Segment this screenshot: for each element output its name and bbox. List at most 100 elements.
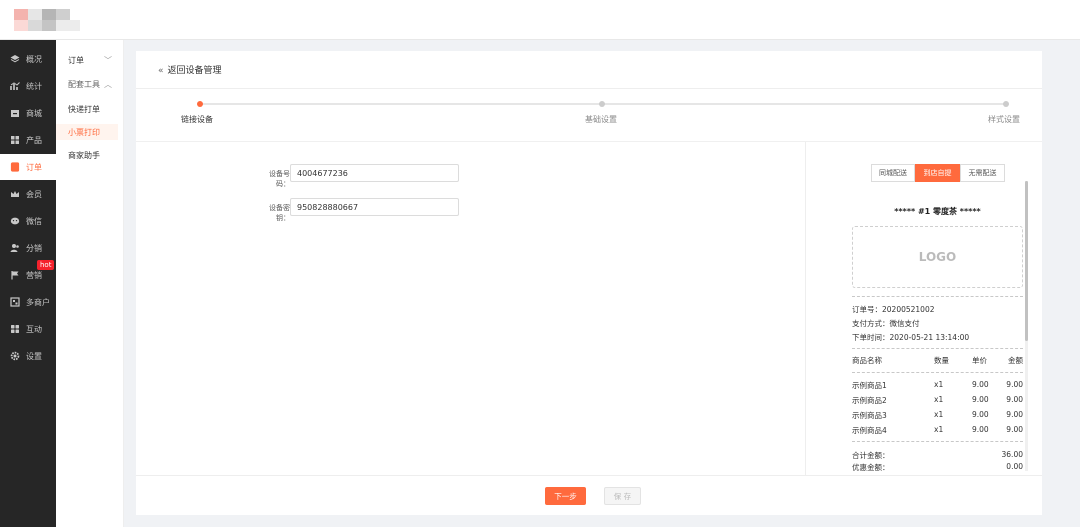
sidebar-item-label: 统计: [26, 81, 42, 91]
submenu-item-orders[interactable]: 订单 ﹀: [56, 52, 124, 68]
crown-icon: [10, 189, 20, 199]
step-label-style[interactable]: 样式设置: [988, 114, 1020, 125]
scrollbar-thumb[interactable]: [1025, 181, 1028, 341]
tab-local-delivery[interactable]: 同城配送: [871, 164, 915, 182]
dashed-divider: [852, 348, 1023, 349]
sidebar-item-products[interactable]: 产品: [0, 127, 56, 153]
layers-icon: [10, 54, 20, 64]
item-qty: x1: [934, 380, 944, 389]
receipt-pay-method: 支付方式：微信支付: [852, 319, 920, 328]
item-name: 示例商品4: [852, 426, 887, 435]
sidebar-item-label: 分销: [26, 243, 42, 253]
back-link-label: 返回设备管理: [167, 66, 222, 76]
tab-store-pickup[interactable]: 到店自提: [915, 164, 960, 182]
chart-icon: [10, 81, 20, 91]
item-price: 9.00: [972, 425, 989, 434]
step-dot-basic: [599, 101, 605, 107]
step-label-connect[interactable]: 链接设备: [181, 114, 213, 125]
save-button[interactable]: 保 存: [604, 487, 641, 505]
item-amount: 9.00: [1006, 395, 1023, 404]
receipt-logo-placeholder: LOGO: [852, 226, 1023, 288]
receipt-discount-row: 优惠金额： 0.00: [852, 462, 1023, 472]
column-header: 数量: [934, 356, 949, 365]
submenu-group-tools[interactable]: 配套工具 ︿: [56, 76, 124, 92]
dashed-divider: [852, 372, 1023, 373]
footer-bar: 下一步 保 存: [136, 475, 1042, 515]
receipt-order-time: 下单时间：2020-05-21 13:14:00: [852, 333, 970, 342]
device-key-label: 设备密钥：: [269, 204, 290, 222]
sidebar-item-multi-merchant[interactable]: 多商户: [0, 289, 56, 315]
item-qty: x1: [934, 395, 944, 404]
sidebar-item-wechat[interactable]: 微信: [0, 208, 56, 234]
brand-logo: [14, 9, 80, 31]
order-icon: [10, 162, 20, 172]
submenu-label: 订单: [68, 55, 84, 65]
apps-icon: [10, 324, 20, 334]
sidebar-item-label: 设置: [26, 351, 42, 361]
table-row: 示例商品4 x1 9.00 9.00: [852, 425, 1023, 435]
item-amount: 9.00: [1006, 380, 1023, 389]
item-qty: x1: [934, 425, 944, 434]
receipt-scrollbar[interactable]: [1025, 181, 1028, 471]
shop-icon: [10, 297, 20, 307]
item-price: 9.00: [972, 395, 989, 404]
table-row: 示例商品2 x1 9.00 9.00: [852, 395, 1023, 405]
device-no-label: 设备号码：: [269, 170, 290, 188]
device-key-input[interactable]: [290, 198, 459, 216]
step-label-basic[interactable]: 基础设置: [585, 114, 617, 125]
sidebar-item-label: 营销: [26, 270, 42, 280]
divider: [136, 88, 1042, 89]
sidebar-item-label: 微信: [26, 216, 42, 226]
main-panel: «返回设备管理 链接设备 基础设置 样式设置 设备号码： 设备密钥： 同城配送 …: [136, 51, 1042, 475]
submenu-item-quick-print[interactable]: 快递打单: [56, 101, 124, 117]
sidebar-item-orders[interactable]: 订单: [0, 154, 56, 180]
main-sidebar: 概况 统计 商城 产品 订单 会员 微信 分销 营销 多商户 互动 设置: [0, 40, 56, 527]
receipt-preview: ***** #1 零度茶 ***** LOGO 订单号：20200521002 …: [851, 191, 1024, 475]
dashed-divider: [852, 441, 1023, 442]
submenu-label: 快递打单: [68, 104, 100, 114]
flag-icon: [10, 270, 20, 280]
item-name: 示例商品3: [852, 411, 887, 420]
discount-value: 0.00: [1006, 462, 1023, 471]
total-value: 36.00: [1001, 450, 1023, 459]
divider: [805, 142, 806, 475]
double-chevron-left-icon: «: [158, 66, 164, 76]
submenu-item-receipt-print[interactable]: 小票打印: [56, 124, 118, 140]
tab-no-delivery[interactable]: 无需配送: [960, 164, 1005, 182]
item-price: 9.00: [972, 410, 989, 419]
dashed-divider: [852, 296, 1023, 297]
next-step-button[interactable]: 下一步: [545, 487, 586, 505]
item-name: 示例商品1: [852, 381, 887, 390]
sidebar-item-statistics[interactable]: 统计: [0, 73, 56, 99]
back-to-device-management-link[interactable]: «返回设备管理: [158, 63, 222, 76]
chevron-down-icon: ﹀: [104, 56, 112, 65]
sidebar-item-label: 商城: [26, 108, 42, 118]
table-row: 示例商品3 x1 9.00 9.00: [852, 410, 1023, 420]
wechat-icon: [10, 216, 20, 226]
table-row: 示例商品1 x1 9.00 9.00: [852, 380, 1023, 390]
receipt-header-row: 商品名称 数量 单价 金额: [852, 355, 1023, 365]
submenu-item-merchant-helper[interactable]: 商家助手: [56, 147, 124, 163]
sidebar-item-members[interactable]: 会员: [0, 181, 56, 207]
sidebar-item-mall[interactable]: 商城: [0, 100, 56, 126]
column-header: 单价: [972, 356, 987, 365]
hot-badge: hot: [37, 260, 55, 270]
submenu-label: 配套工具: [68, 79, 100, 89]
device-no-input[interactable]: [290, 164, 459, 182]
total-label: 合计金额：: [852, 451, 890, 460]
sidebar-item-label: 多商户: [26, 297, 50, 307]
item-amount: 9.00: [1006, 425, 1023, 434]
gear-icon: [10, 351, 20, 361]
sidebar-item-interaction[interactable]: 互动: [0, 316, 56, 342]
discount-label: 优惠金额：: [852, 463, 890, 472]
sidebar-item-distribution[interactable]: 分销: [0, 235, 56, 261]
sidebar-item-settings[interactable]: 设置: [0, 343, 56, 369]
column-header: 金额: [1008, 356, 1023, 365]
receipt-order-no: 订单号：20200521002: [852, 305, 935, 314]
grid-icon: [10, 135, 20, 145]
secondary-menu: 订单 ﹀ 配套工具 ︿ 快递打单 小票打印 商家助手: [56, 40, 124, 527]
step-dot-style: [1003, 101, 1009, 107]
sidebar-item-overview[interactable]: 概况: [0, 46, 56, 72]
sidebar-item-label: 互动: [26, 324, 42, 334]
users-icon: [10, 243, 20, 253]
